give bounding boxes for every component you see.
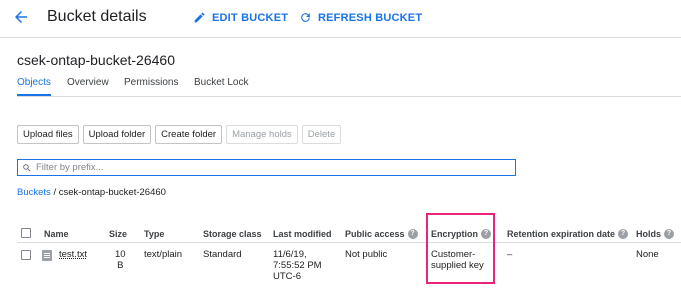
manage-holds-button[interactable]: Manage holds bbox=[226, 125, 298, 144]
upload-folder-button[interactable]: Upload folder bbox=[82, 125, 152, 144]
refresh-icon bbox=[301, 13, 310, 22]
tab-bucket-lock[interactable]: Bucket Lock bbox=[194, 77, 248, 94]
edit-bucket-button[interactable]: EDIT BUCKET bbox=[193, 11, 288, 24]
col-public-access-label: Public access bbox=[345, 229, 405, 239]
breadcrumb-separator: / bbox=[53, 187, 57, 198]
holds-value: None bbox=[636, 249, 659, 260]
file-type: text/plain bbox=[144, 249, 183, 260]
help-icon[interactable]: ? bbox=[618, 229, 629, 239]
search-icon bbox=[23, 163, 31, 172]
modified-time: 7:55:52 PM bbox=[273, 260, 322, 271]
storage-class: Standard bbox=[203, 249, 242, 260]
select-all-checkbox[interactable] bbox=[21, 228, 31, 238]
file-name-link[interactable]: test.txt bbox=[59, 249, 87, 260]
edit-bucket-label: EDIT BUCKET bbox=[212, 11, 289, 24]
delete-button[interactable]: Delete bbox=[301, 125, 342, 144]
help-icon[interactable]: ? bbox=[664, 229, 675, 239]
col-retention[interactable]: Retention expiration date? bbox=[507, 229, 629, 239]
col-holds[interactable]: Holds? bbox=[636, 229, 675, 239]
col-public-access[interactable]: Public access? bbox=[345, 229, 418, 239]
file-size-value: 10 bbox=[115, 249, 126, 260]
col-holds-label: Holds bbox=[636, 229, 662, 239]
refresh-bucket-label: REFRESH BUCKET bbox=[318, 11, 423, 24]
table-row: test.txt 10 B text/plain Standard 11/6/1… bbox=[17, 245, 681, 289]
filter-placeholder: Filter by prefix... bbox=[36, 162, 104, 173]
page-header: Bucket details EDIT BUCKET REFRESH BUCKE… bbox=[0, 0, 681, 38]
edit-pencil-icon bbox=[194, 12, 205, 23]
tab-bar: Objects Overview Permissions Bucket Lock bbox=[17, 77, 681, 97]
modified-date: 11/6/19, bbox=[273, 249, 307, 260]
retention-value: – bbox=[507, 249, 513, 260]
col-type[interactable]: Type bbox=[144, 229, 164, 239]
refresh-bucket-button[interactable]: REFRESH BUCKET bbox=[299, 11, 422, 24]
table-header-row: Name Size Type Storage class Last modifi… bbox=[17, 225, 681, 243]
tab-permissions[interactable]: Permissions bbox=[124, 77, 178, 94]
breadcrumb-buckets-link[interactable]: Buckets bbox=[17, 187, 51, 198]
create-folder-button[interactable]: Create folder bbox=[155, 125, 223, 144]
page-title: Bucket details bbox=[47, 8, 147, 25]
filter-input[interactable]: Filter by prefix... bbox=[17, 159, 516, 176]
bucket-name: csek-ontap-bucket-26460 bbox=[17, 52, 175, 68]
public-access-value: Not public bbox=[345, 249, 388, 260]
help-icon[interactable]: ? bbox=[407, 229, 418, 239]
file-icon bbox=[42, 250, 52, 261]
encryption-highlight-box bbox=[426, 213, 495, 284]
breadcrumb: Buckets / csek-ontap-bucket-26460 bbox=[17, 187, 166, 198]
modified-timezone: UTC-6 bbox=[273, 271, 301, 282]
col-last-modified[interactable]: Last modified bbox=[273, 229, 332, 239]
col-name[interactable]: Name bbox=[44, 229, 69, 239]
col-size[interactable]: Size bbox=[109, 229, 127, 239]
col-storage-class[interactable]: Storage class bbox=[203, 229, 262, 239]
tab-overview[interactable]: Overview bbox=[67, 77, 109, 94]
col-retention-label: Retention expiration date bbox=[507, 229, 616, 239]
row-checkbox[interactable] bbox=[21, 250, 31, 260]
back-arrow-icon[interactable] bbox=[12, 8, 30, 26]
file-size-unit: B bbox=[117, 260, 124, 271]
upload-files-button[interactable]: Upload files bbox=[17, 125, 79, 144]
tab-objects[interactable]: Objects bbox=[17, 77, 51, 96]
breadcrumb-current: csek-ontap-bucket-26460 bbox=[58, 187, 166, 198]
object-toolbar: Upload files Upload folder Create folder… bbox=[17, 125, 342, 144]
